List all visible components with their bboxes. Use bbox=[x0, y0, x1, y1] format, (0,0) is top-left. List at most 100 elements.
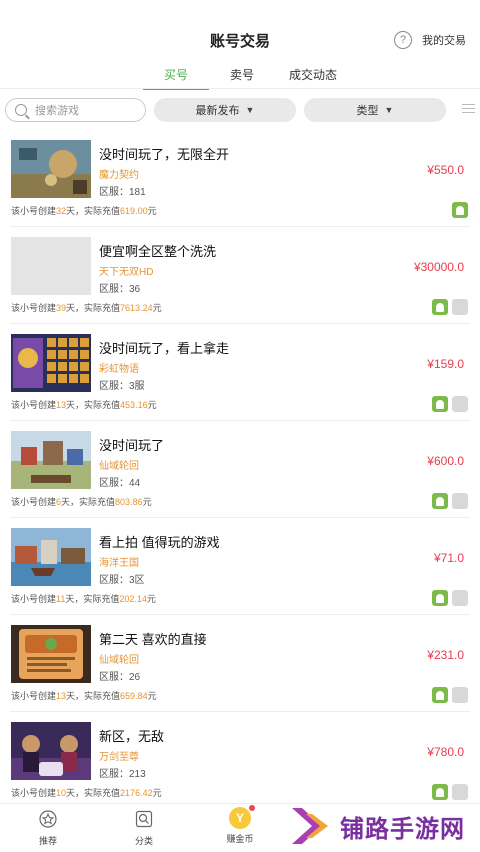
listing-meta: 该小号创建39天，实际充值7613.24元 bbox=[11, 303, 162, 313]
listing-title: 新区，无敌 bbox=[99, 729, 165, 744]
listing-days: 13 bbox=[56, 691, 67, 701]
android-icon bbox=[432, 590, 448, 606]
listing-item[interactable]: 没时间玩了，无限全开 魔力契约 区服：181 ¥550.0 该小号创建32天，实际充值6… bbox=[0, 130, 480, 227]
listing-meta: 该小号创建11天，实际充值202.14元 bbox=[11, 594, 156, 604]
listing-title: 没时间玩了，看上拿走 bbox=[99, 341, 230, 356]
listing-meta: 该小号创建10天，实际充值2176.42元 bbox=[11, 788, 162, 798]
listing-server: 区服：44 bbox=[99, 478, 141, 489]
listing-title: 没时间玩了 bbox=[99, 438, 165, 453]
listing-thumbnail bbox=[11, 237, 91, 295]
android-icon bbox=[432, 784, 448, 800]
listing-days: 32 bbox=[56, 206, 67, 216]
listing-game: 魔力契约 bbox=[99, 170, 139, 181]
listing-recharge: 202.14 bbox=[119, 594, 147, 604]
listing-meta: 该小号创建6天，实际充值803.86元 bbox=[11, 497, 152, 507]
nav-label: 分类 bbox=[134, 836, 153, 846]
listing-meta: 该小号创建13天，实际充值453.16元 bbox=[11, 400, 157, 410]
listing-server: 区服：26 bbox=[99, 672, 141, 683]
chevron-down-icon: ▼ bbox=[384, 105, 394, 115]
watermark-logo: 铺路手游网 bbox=[290, 806, 465, 846]
listing-thumbnail bbox=[11, 431, 91, 489]
listing-item[interactable]: 看上拍 值得玩的游戏 海洋王国 区服：3区 ¥71.0 该小号创建11天，实际充值202… bbox=[0, 518, 480, 615]
listing-game: 仙域轮回 bbox=[99, 461, 139, 472]
star-icon bbox=[39, 810, 57, 828]
listing-days: 10 bbox=[56, 788, 67, 798]
listing-game: 海洋王国 bbox=[99, 558, 139, 569]
listing-price: ¥30000.0 bbox=[413, 260, 464, 274]
search-input[interactable]: 搜索游戏 bbox=[5, 98, 146, 122]
listing-thumbnail bbox=[11, 334, 91, 392]
filter-bar: 搜索游戏 最新发布 ▼ 类型 ▼ bbox=[5, 98, 475, 122]
listing-thumbnail bbox=[11, 528, 91, 586]
listing-price: ¥550.0 bbox=[427, 163, 464, 177]
android-icon bbox=[432, 493, 448, 509]
listing-title: 便宜啊全区整个洗洗 bbox=[99, 244, 217, 259]
search-placeholder: 搜索游戏 bbox=[35, 105, 79, 117]
listing-price: ¥780.0 bbox=[427, 745, 464, 759]
listing-server: 区服：3服 bbox=[99, 381, 145, 392]
nav-recommend[interactable]: 推荐 bbox=[18, 810, 78, 847]
platform-badge bbox=[452, 299, 468, 315]
search-icon bbox=[15, 104, 27, 116]
coin-icon: Y bbox=[229, 805, 255, 829]
listing-recharge: 659.84 bbox=[120, 691, 148, 701]
listing-game: 天下无双HD bbox=[99, 267, 154, 278]
list-view-icon[interactable] bbox=[462, 104, 475, 116]
listing-item[interactable]: 第二天 喜欢的直接仙域轮回区服：26 ¥231.0 该小号创建13天，实际充值659… bbox=[0, 615, 480, 712]
listing-game: 仙域轮回 bbox=[99, 655, 139, 666]
android-icon bbox=[432, 396, 448, 412]
listing-item[interactable]: 没时间玩了仙域轮回区服：44 ¥600.0 该小号创建6天，实际充值803.86元 bbox=[0, 421, 480, 518]
listing-server: 区服：36 bbox=[99, 284, 141, 295]
listing-item[interactable]: 新区，无敌万剑至尊区服：213 ¥780.0 该小号创建10天，实际充值2176.4… bbox=[0, 712, 480, 809]
nav-label: 赚金币 bbox=[226, 834, 254, 844]
listing-price: ¥159.0 bbox=[427, 357, 464, 371]
listing-recharge: 2176.42 bbox=[120, 788, 153, 798]
listing-server: 区服：213 bbox=[99, 769, 146, 780]
top-bar: 账号交易 ? 我的交易 买号 卖号 成交动态 bbox=[0, 0, 480, 90]
listing-server: 区服：3区 bbox=[99, 575, 145, 586]
tab-bar: 买号 卖号 成交动态 bbox=[143, 66, 351, 90]
chevron-down-icon: ▼ bbox=[245, 105, 255, 115]
tab-deals[interactable]: 成交动态 bbox=[275, 66, 351, 90]
sort-label: 最新发布 bbox=[195, 105, 240, 117]
my-trade-label: 我的交易 bbox=[422, 35, 466, 47]
listing-price: ¥600.0 bbox=[427, 454, 464, 468]
platform-badge bbox=[452, 687, 468, 703]
listing-title: 没时间玩了，无限全开 bbox=[99, 147, 230, 162]
listing-recharge: 7613.24 bbox=[120, 303, 153, 313]
platform-badge bbox=[452, 590, 468, 606]
listing-thumbnail bbox=[11, 140, 91, 198]
listing-meta: 该小号创建32天，实际充值619.00元 bbox=[11, 206, 157, 216]
listing-price: ¥231.0 bbox=[427, 648, 464, 662]
listing-title: 第二天 喜欢的直接 bbox=[99, 632, 207, 647]
type-dropdown[interactable]: 类型 ▼ bbox=[304, 98, 446, 122]
android-icon bbox=[432, 299, 448, 315]
watermark-chevron-icon bbox=[292, 808, 328, 844]
listing-item[interactable]: 便宜啊全区整个洗洗天下无双HD 区服：36 ¥30000.0 该小号创建39天，实际充… bbox=[0, 227, 480, 324]
divider bbox=[0, 88, 480, 89]
my-trade-button[interactable]: ? 我的交易 bbox=[394, 31, 466, 49]
watermark-text: 铺路手游网 bbox=[340, 815, 465, 843]
listing-item[interactable]: 没时间玩了，看上拿走 彩虹物语 区服：3服 ¥159.0 该小号创建13天，实际充值45… bbox=[0, 324, 480, 421]
nav-category[interactable]: 分类 bbox=[114, 810, 174, 847]
nav-label: 推荐 bbox=[38, 836, 57, 846]
listing-thumbnail bbox=[11, 625, 91, 683]
listing-meta: 该小号创建13天，实际充值659.84元 bbox=[11, 691, 157, 701]
nav-earn-coins[interactable]: Y 赚金币 bbox=[210, 805, 270, 845]
listing-thumbnail bbox=[11, 722, 91, 780]
listing-days: 13 bbox=[56, 400, 67, 410]
notification-dot bbox=[249, 805, 255, 811]
android-icon bbox=[432, 687, 448, 703]
sort-dropdown[interactable]: 最新发布 ▼ bbox=[154, 98, 296, 122]
help-icon[interactable]: ? bbox=[394, 31, 412, 49]
platform-badge bbox=[452, 493, 468, 509]
listing-days: 39 bbox=[56, 303, 67, 313]
listing-recharge: 453.16 bbox=[120, 400, 148, 410]
category-icon bbox=[135, 810, 153, 828]
listing-game: 万剑至尊 bbox=[99, 752, 139, 763]
platform-badge bbox=[452, 396, 468, 412]
tab-buy[interactable]: 买号 bbox=[143, 66, 209, 90]
android-icon bbox=[452, 202, 468, 218]
listing-days: 11 bbox=[56, 594, 66, 604]
tab-sell[interactable]: 卖号 bbox=[209, 66, 275, 90]
